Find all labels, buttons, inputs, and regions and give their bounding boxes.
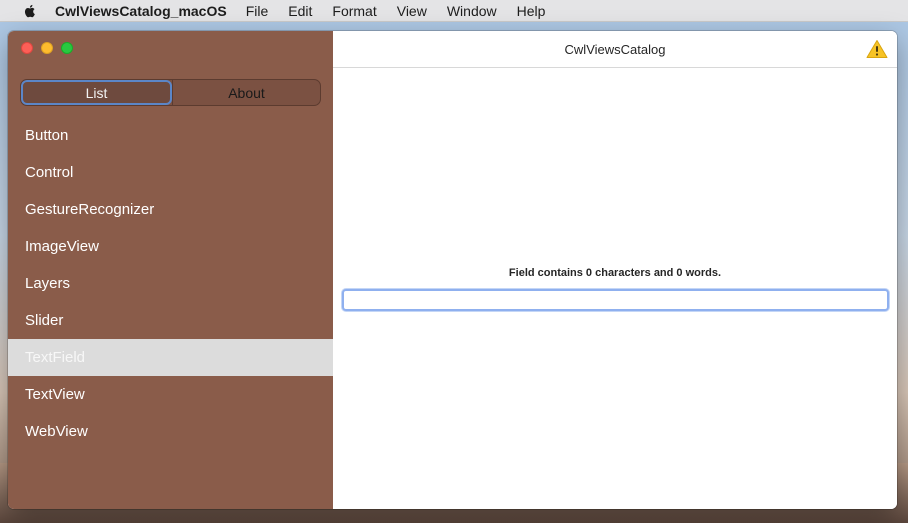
app-window: List About Button Control GestureRecogni… <box>8 31 897 509</box>
field-status-label: Field contains 0 characters and 0 words. <box>508 267 722 279</box>
list-item-button[interactable]: Button <box>8 117 333 154</box>
list-item-slider[interactable]: Slider <box>8 302 333 339</box>
menu-app-name[interactable]: CwlViewsCatalog_macOS <box>55 3 227 19</box>
window-title: CwlViewsCatalog <box>564 41 666 57</box>
sidebar: List About Button Control GestureRecogni… <box>8 31 333 509</box>
menu-help[interactable]: Help <box>517 3 546 19</box>
menu-view[interactable]: View <box>397 3 427 19</box>
list-item-gesture-recognizer[interactable]: GestureRecognizer <box>8 191 333 228</box>
text-input-field[interactable] <box>342 289 889 311</box>
list-item-layers[interactable]: Layers <box>8 265 333 302</box>
close-button[interactable] <box>21 42 33 54</box>
segment-about[interactable]: About <box>172 80 320 105</box>
list-item-text-field[interactable]: TextField <box>8 339 333 376</box>
zoom-button[interactable] <box>61 42 73 54</box>
menu-window[interactable]: Window <box>447 3 497 19</box>
minimize-button[interactable] <box>41 42 53 54</box>
detail-pane: CwlViewsCatalog Field contains 0 charact… <box>333 31 897 509</box>
catalog-list: Button Control GestureRecognizer ImageVi… <box>8 117 333 450</box>
view-mode-segmented-control: List About <box>20 79 321 106</box>
list-item-text-view[interactable]: TextView <box>8 376 333 413</box>
menu-file[interactable]: File <box>246 3 269 19</box>
menu-edit[interactable]: Edit <box>288 3 312 19</box>
list-item-image-view[interactable]: ImageView <box>8 228 333 265</box>
warning-icon[interactable] <box>866 39 888 59</box>
list-item-control[interactable]: Control <box>8 154 333 191</box>
menu-format[interactable]: Format <box>332 3 376 19</box>
list-item-web-view[interactable]: WebView <box>8 413 333 450</box>
apple-menu-icon[interactable] <box>22 3 38 19</box>
title-bar: CwlViewsCatalog <box>333 31 897 68</box>
segment-list[interactable]: List <box>21 80 172 105</box>
menu-bar: CwlViewsCatalog_macOS File Edit Format V… <box>0 0 908 22</box>
